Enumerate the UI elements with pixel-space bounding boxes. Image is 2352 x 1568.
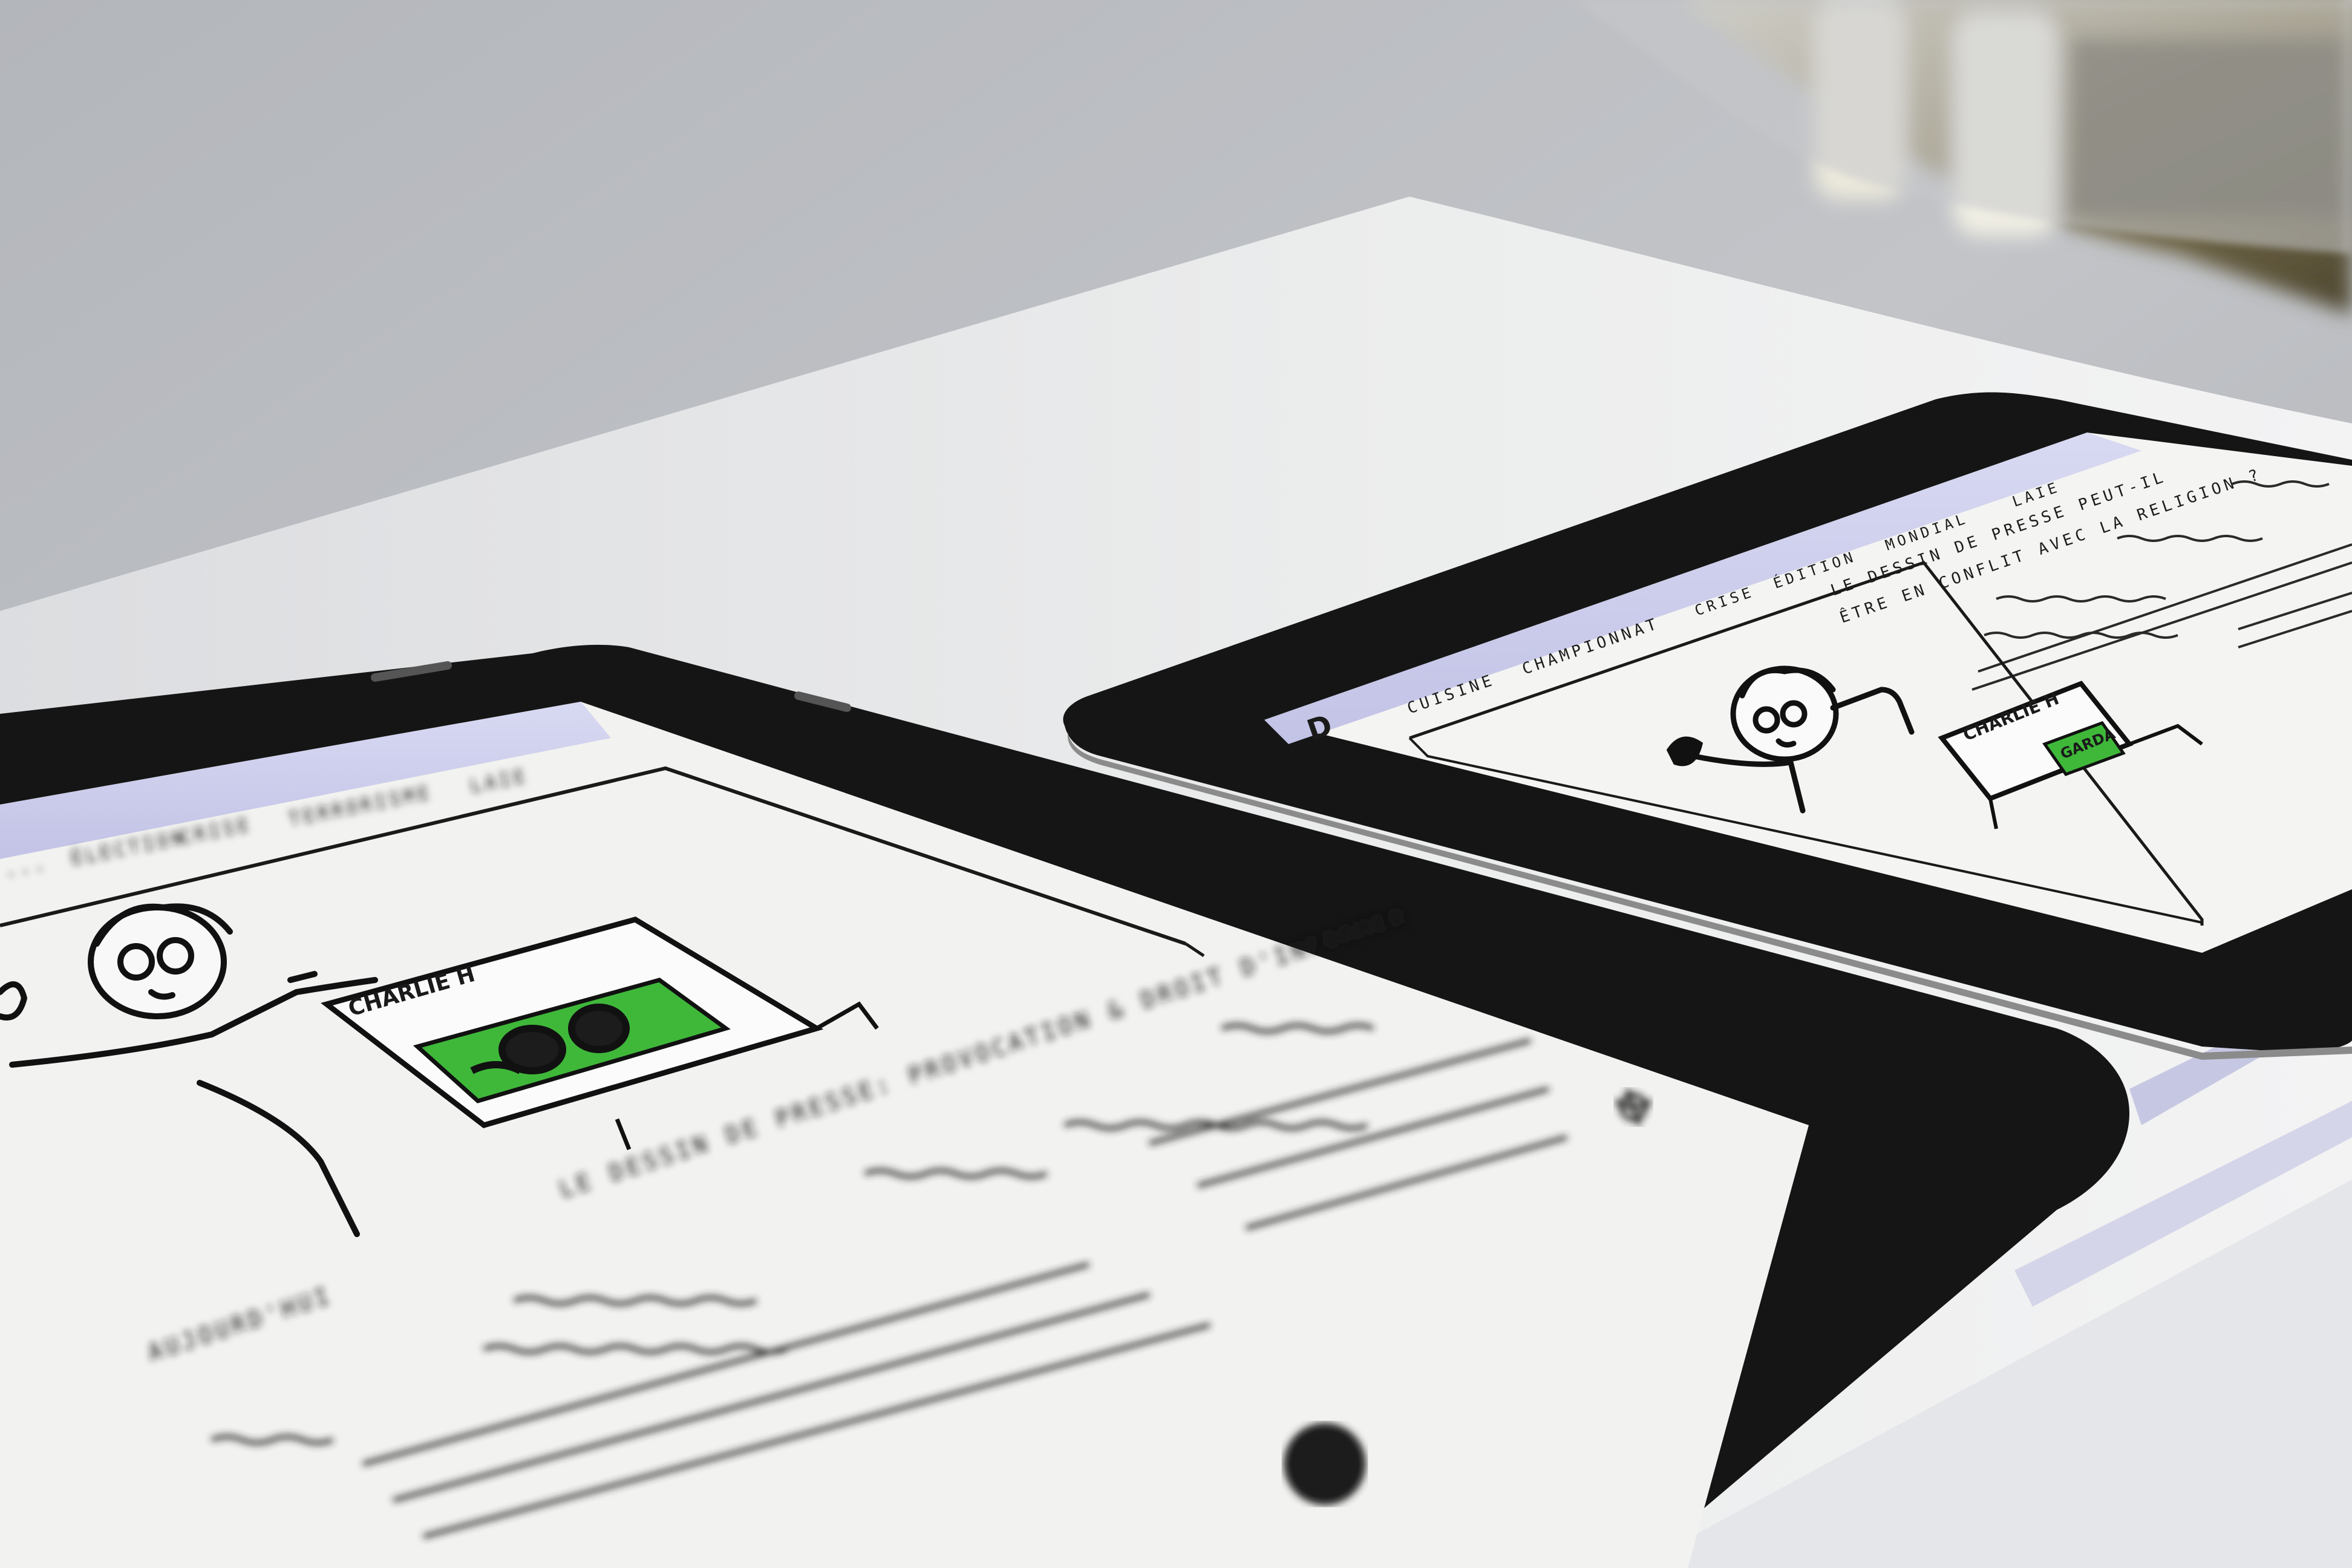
photo-scene: D CUISINE CHAMPIONNAT CRISE ÉDITION MOND… — [0, 0, 2352, 1568]
home-button-icon[interactable] — [1284, 1423, 1366, 1505]
scene-canvas: D CUISINE CHAMPIONNAT CRISE ÉDITION MOND… — [0, 0, 2352, 1568]
